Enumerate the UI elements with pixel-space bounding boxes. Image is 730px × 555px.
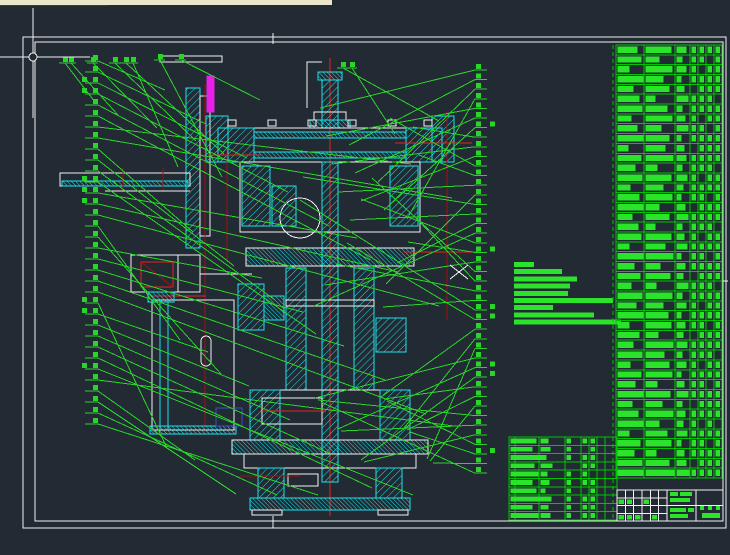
title-block: [616, 489, 724, 522]
detail-box[interactable]: [130, 254, 252, 303]
parts-list-table: [612, 44, 723, 520]
reference-line: [306, 61, 322, 108]
cad-application-window: [0, 0, 730, 555]
side-arm[interactable]: [59, 168, 191, 192]
x-marker: [449, 264, 469, 280]
left-leg[interactable]: [149, 299, 237, 435]
blue-part[interactable]: [215, 407, 243, 427]
crosshair-cursor: [0, 8, 90, 118]
assembly-section-view[interactable]: [59, 55, 478, 516]
main-shaft[interactable]: [321, 161, 339, 483]
magenta-part[interactable]: [206, 75, 215, 113]
balloon-callouts-left: [82, 55, 98, 425]
balloon-callouts-right: [475, 64, 495, 474]
right-gear-cluster[interactable]: [375, 317, 407, 353]
drawing-canvas[interactable]: [0, 0, 730, 555]
secondary-parts-table: [508, 436, 618, 521]
technical-notes-block: [514, 262, 621, 325]
top-edge-detail: [159, 55, 223, 63]
left-gear-cluster[interactable]: [237, 283, 265, 331]
